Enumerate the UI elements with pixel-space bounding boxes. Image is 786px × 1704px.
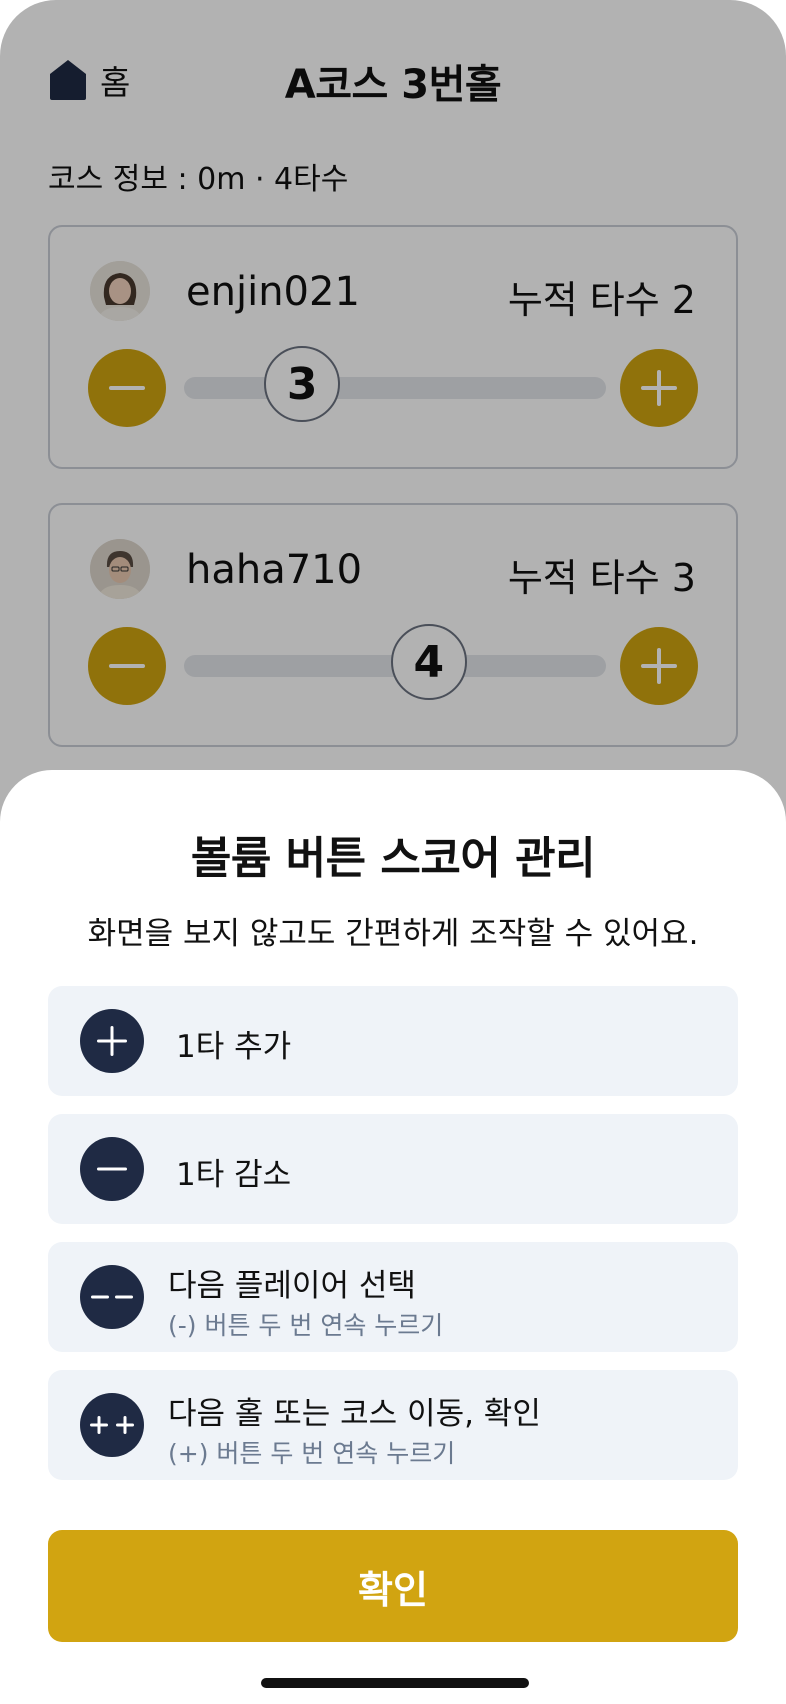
option-next-player: 다음 플레이어 선택 (-) 버튼 두 번 연속 누르기: [48, 1242, 738, 1352]
minus-icon: [80, 1137, 144, 1201]
sheet-title: 볼륨 버튼 스코어 관리: [190, 833, 596, 884]
option-add-stroke: 1타 추가: [48, 986, 738, 1096]
plus-icon: [80, 1009, 144, 1073]
sheet-subtitle: 화면을 보지 않고도 간편하게 조작할 수 있어요.: [87, 916, 699, 952]
confirm-button[interactable]: 확인: [48, 1530, 738, 1642]
double-plus-icon: [80, 1393, 144, 1457]
option-remove-stroke: 1타 감소: [48, 1114, 738, 1224]
option-label: 1타 감소: [176, 1157, 292, 1193]
option-label: 다음 플레이어 선택: [168, 1268, 416, 1304]
option-hint: (+) 버튼 두 번 연속 누르기: [168, 1439, 456, 1468]
home-indicator: [261, 1678, 529, 1688]
option-label: 1타 추가: [176, 1029, 292, 1065]
app-screen: 홈 A코스 3번홀 코스 정보 : 0m · 4타수 enjin021 누적 타…: [0, 0, 786, 1704]
option-label: 다음 홀 또는 코스 이동, 확인: [168, 1396, 541, 1432]
volume-button-sheet: 볼륨 버튼 스코어 관리 화면을 보지 않고도 간편하게 조작할 수 있어요. …: [0, 770, 786, 1704]
double-minus-icon: [80, 1265, 144, 1329]
option-hint: (-) 버튼 두 번 연속 누르기: [168, 1311, 444, 1340]
option-next-hole: 다음 홀 또는 코스 이동, 확인 (+) 버튼 두 번 연속 누르기: [48, 1370, 738, 1480]
